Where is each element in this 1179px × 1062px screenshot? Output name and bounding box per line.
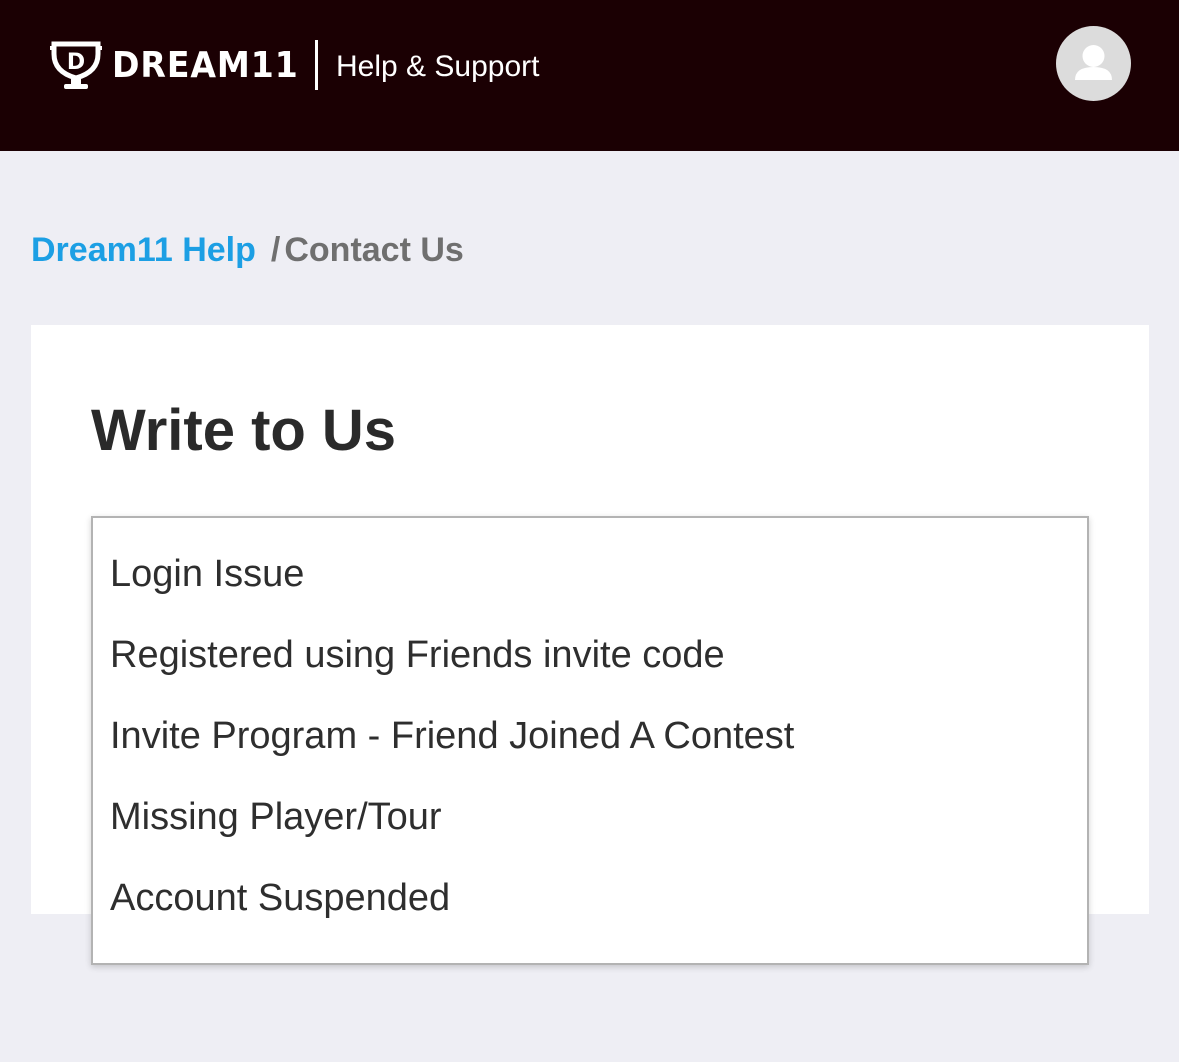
page-title: Write to Us — [91, 398, 397, 463]
dream11-logo[interactable]: D DREAM11 — [48, 38, 315, 94]
header-title: Help & Support — [336, 50, 540, 83]
breadcrumb: Dream11 Help / Contact Us — [31, 230, 464, 270]
dropdown-option-login-issue[interactable]: Login Issue — [93, 534, 1087, 614]
header-divider — [315, 40, 318, 90]
user-avatar-icon — [1075, 45, 1112, 80]
dropdown-option-missing-player-tour[interactable]: Missing Player/Tour — [93, 777, 1087, 857]
svg-text:D: D — [67, 50, 85, 75]
breadcrumb-link-dream11-help[interactable]: Dream11 Help — [31, 231, 256, 269]
app-header: D DREAM11 Help & Support — [0, 0, 1179, 151]
dream11-trophy-icon: D — [50, 41, 102, 89]
breadcrumb-separator: / — [270, 231, 281, 269]
logo-wordmark: DREAM11 — [112, 45, 299, 86]
dropdown-option-invite-program[interactable]: Invite Program - Friend Joined A Contest — [93, 696, 1087, 776]
breadcrumb-current: Contact Us — [284, 231, 464, 269]
dropdown-option-account-suspended[interactable]: Account Suspended — [93, 858, 1087, 938]
profile-avatar[interactable] — [1056, 26, 1131, 101]
issue-type-dropdown-list[interactable]: Login Issue Registered using Friends inv… — [91, 516, 1089, 965]
dropdown-option-registered-invite-code[interactable]: Registered using Friends invite code — [93, 615, 1087, 695]
